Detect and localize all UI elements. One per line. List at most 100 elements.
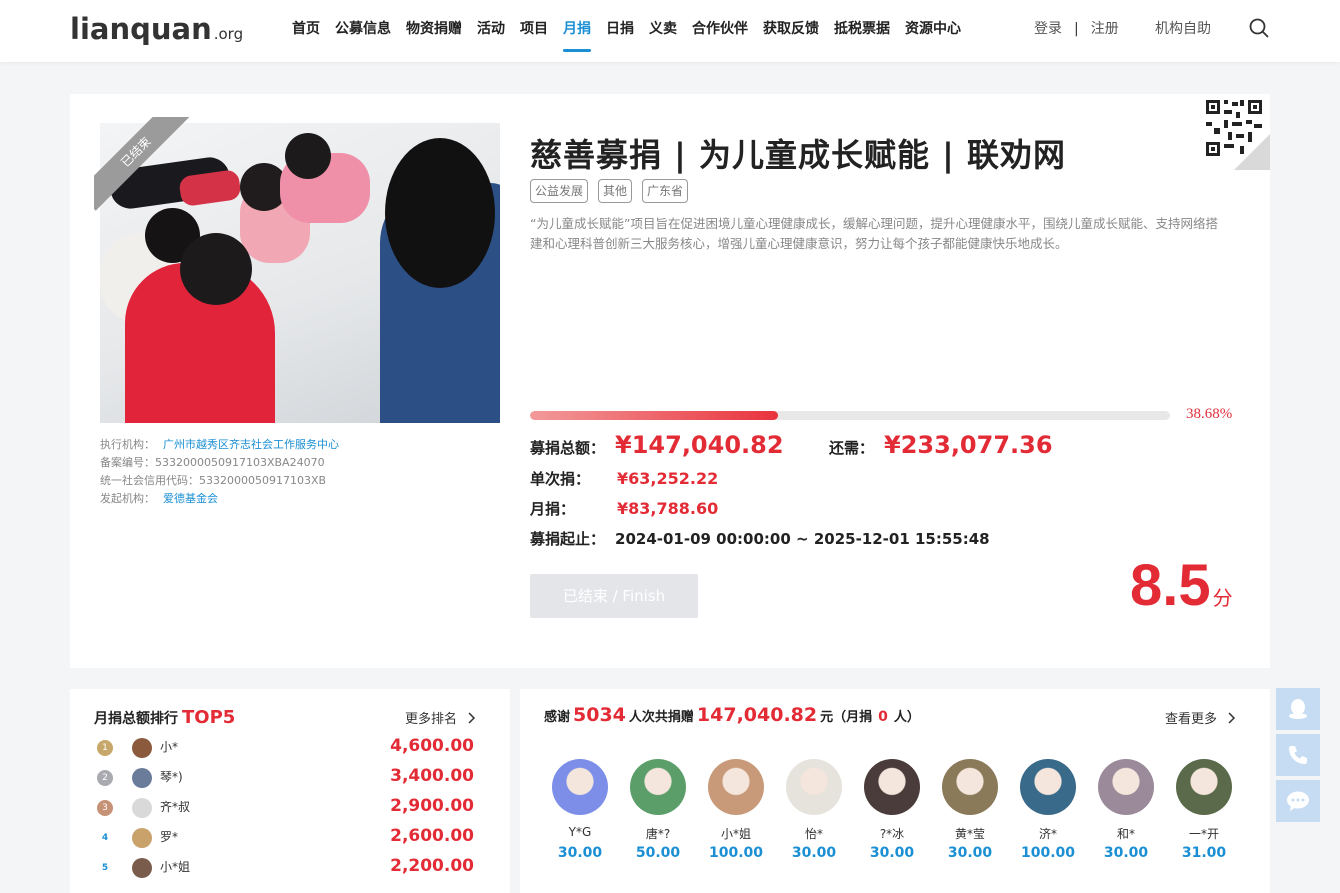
avatar	[1098, 759, 1154, 815]
rank-medal-icon: 4	[101, 833, 109, 843]
monthly-ranking-panel: 月捐总额排行 TOP5 更多排名 1 小* 4,600.00 2 琴*) 3,400.00 3…	[70, 689, 510, 893]
thanks-summary: 感谢 5034 人次共捐赠 147,040.82 元（月捐 0 人）	[544, 704, 920, 726]
record-no-label: 备案编号：	[100, 456, 155, 469]
raised-label: 募捐总额：	[530, 439, 606, 457]
ranking-amount: 4,600.00	[390, 736, 474, 756]
ranking-amount: 2,900.00	[390, 796, 474, 816]
donor-amount: 50.00	[635, 845, 681, 861]
nav-item-3[interactable]: 活动	[477, 0, 505, 62]
donor-name: ?*冰	[879, 827, 905, 841]
finish-button[interactable]: 已结束 / Finish	[530, 574, 698, 618]
ranking-row: 2 琴*) 3,400.00	[94, 766, 474, 790]
remaining-label: 还需：	[829, 439, 875, 457]
login-link[interactable]: 登录	[1034, 0, 1062, 58]
ranking-name: 齐*叔	[160, 800, 191, 814]
project-photo	[100, 123, 500, 423]
donor-item[interactable]: ?*冰 30.00	[862, 759, 922, 861]
nav-item-6[interactable]: 日捐	[606, 0, 634, 62]
ranking-title-highlight: TOP5	[182, 707, 236, 728]
donor-amount: 30.00	[947, 845, 993, 861]
donor-amount: 100.00	[708, 845, 764, 861]
chevron-right-icon	[468, 712, 476, 724]
logo-domain: .org	[213, 25, 244, 43]
site-logo[interactable]: lianquan .org	[70, 12, 243, 46]
ranking-name: 罗*	[160, 830, 179, 844]
monthly-donor-count: 0	[878, 709, 888, 725]
donor-amount: 100.00	[1020, 845, 1076, 861]
nav-item-4[interactable]: 项目	[520, 0, 548, 62]
avatar	[132, 798, 152, 818]
initiator-label: 发起机构：	[100, 492, 155, 505]
initiator-link[interactable]: 爱德基金会	[163, 492, 218, 505]
avatar	[132, 738, 152, 758]
nav-item-9[interactable]: 获取反馈	[763, 0, 819, 62]
credit-code-label: 统一社会信用代码：	[100, 474, 199, 487]
nav-item-7[interactable]: 义卖	[649, 0, 677, 62]
donor-item[interactable]: 一*开 31.00	[1174, 759, 1234, 861]
qq-icon	[1289, 699, 1307, 719]
donor-amount: 30.00	[869, 845, 915, 861]
ranking-amount: 2,600.00	[390, 826, 474, 846]
donor-item[interactable]: 怡* 30.00	[784, 759, 844, 861]
project-card: 已结束 执行机构： 广州市越秀区齐志社会工作服务中心 备案编号：533200005…	[70, 94, 1270, 668]
rank-medal-icon: 2	[97, 770, 113, 786]
chat-contact-button[interactable]	[1276, 780, 1320, 822]
donor-item[interactable]: 唐*? 50.00	[628, 759, 688, 861]
project-tag[interactable]: 公益发展	[530, 179, 589, 203]
more-ranking-label: 更多排名	[405, 712, 458, 727]
project-title: 慈善募捐 | 为儿童成长赋能 | 联劝网	[530, 136, 1066, 174]
monthly-label: 月捐：	[530, 500, 576, 518]
period-value: 2024-01-09 00:00:00 ~ 2025-12-01 15:55:4…	[615, 530, 990, 548]
donors-panel: 感谢 5034 人次共捐赠 147,040.82 元（月捐 0 人） 查看更多 Y*G 30.…	[520, 689, 1270, 893]
donor-item[interactable]: 黄*莹 30.00	[940, 759, 1000, 861]
avatar	[942, 759, 998, 815]
ranking-amount: 3,400.00	[390, 766, 474, 786]
donor-item[interactable]: Y*G 30.00	[550, 759, 610, 861]
donor-name: 怡*	[804, 827, 823, 841]
exec-org-link[interactable]: 广州市越秀区齐志社会工作服务中心	[163, 438, 339, 451]
nav-item-5[interactable]: 月捐	[563, 0, 591, 62]
auth-links: 登录 | 注册	[1034, 0, 1119, 58]
view-more-label: 查看更多	[1165, 712, 1218, 727]
donor-name: 济*	[1038, 827, 1057, 841]
nav-item-1[interactable]: 公募信息	[335, 0, 391, 62]
chevron-right-icon	[1228, 712, 1236, 724]
donor-item[interactable]: 济* 100.00	[1018, 759, 1078, 861]
single-label: 单次捐：	[530, 470, 591, 488]
more-ranking-link[interactable]: 更多排名	[405, 708, 477, 727]
avatar	[786, 759, 842, 815]
nav-item-0[interactable]: 首页	[292, 0, 320, 62]
project-score: 8.5 分	[1130, 552, 1233, 619]
remaining-row: 还需： ¥233,077.36	[829, 431, 1053, 459]
donor-item[interactable]: 小*姐 100.00	[706, 759, 766, 861]
funding-progress-percent: 38.68%	[1186, 406, 1233, 422]
donor-name: 唐*?	[645, 827, 671, 841]
qq-contact-button[interactable]	[1276, 688, 1320, 730]
view-more-link[interactable]: 查看更多	[1165, 708, 1237, 727]
project-tag[interactable]: 广东省	[642, 179, 689, 203]
funding-progress-bar	[530, 411, 1170, 420]
search-icon[interactable]	[1249, 18, 1269, 38]
avatar	[708, 759, 764, 815]
phone-contact-button[interactable]	[1276, 734, 1320, 776]
nav-item-10[interactable]: 抵税票据	[834, 0, 890, 62]
org-self-service-link[interactable]: 机构自助	[1155, 0, 1211, 58]
project-description: “为儿童成长赋能”项目旨在促进困境儿童心理健康成长，缓解心理问题，提升心理健康水…	[530, 216, 1218, 251]
auth-separator: |	[1074, 21, 1079, 37]
avatar	[1176, 759, 1232, 815]
qr-code-icon[interactable]	[1194, 94, 1270, 170]
site-header: lianquan .org 首页 公募信息 物资捐赠 活动 项目 月捐 日捐 义卖 合作伙伴 获取反…	[0, 0, 1340, 62]
project-tag[interactable]: 其他	[598, 179, 633, 203]
monthly-row: 月捐： ¥83,788.60	[530, 498, 718, 519]
logo-text: lianquan	[70, 12, 212, 46]
ranking-row: 4 罗* 2,600.00	[94, 826, 474, 850]
donor-item[interactable]: 和* 30.00	[1096, 759, 1156, 861]
nav-item-11[interactable]: 资源中心	[905, 0, 961, 62]
nav-item-2[interactable]: 物资捐赠	[406, 0, 462, 62]
ranking-title-text: 月捐总额排行	[94, 711, 178, 727]
register-link[interactable]: 注册	[1091, 0, 1119, 58]
thanks-suffix: 人）	[893, 710, 920, 725]
avatar	[630, 759, 686, 815]
donor-name: 黄*莹	[954, 827, 985, 841]
nav-item-8[interactable]: 合作伙伴	[692, 0, 748, 62]
